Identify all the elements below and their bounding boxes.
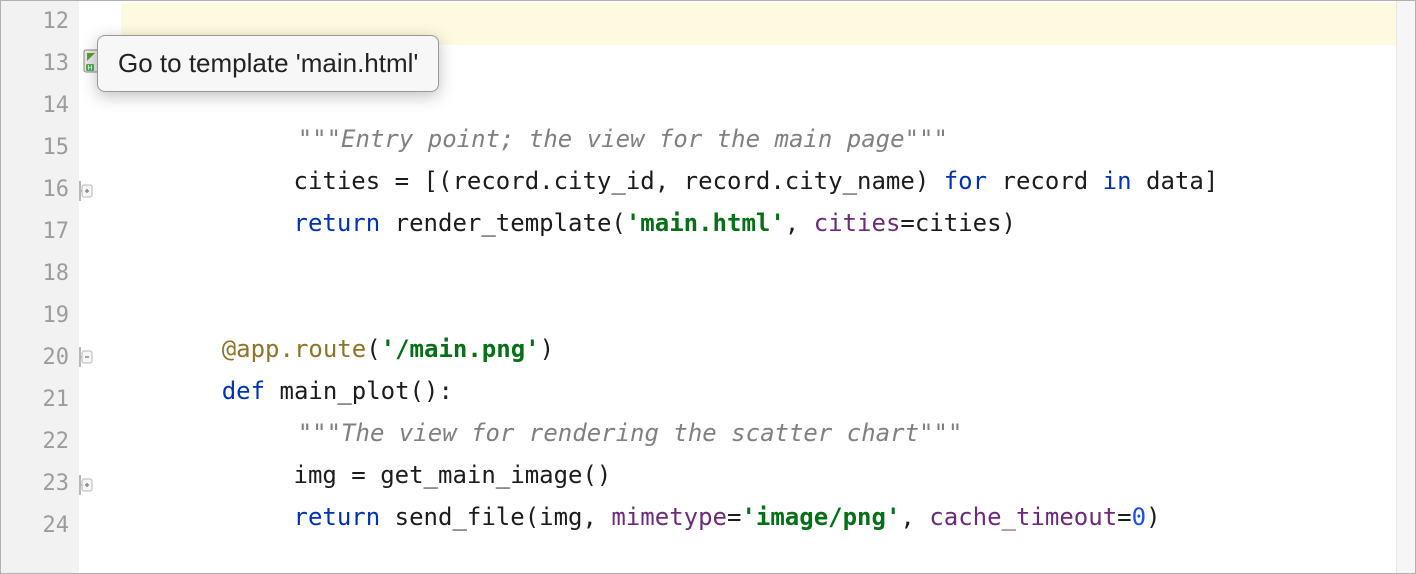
line-number[interactable]: 12 [9, 9, 69, 34]
line-number[interactable]: 24 [9, 513, 69, 538]
svg-text:H: H [87, 65, 92, 72]
code-token: data] [1132, 167, 1219, 195]
fold-toggle-icon[interactable] [79, 475, 93, 495]
scroll-strip[interactable] [1396, 1, 1415, 573]
punct-token: , [785, 209, 814, 237]
code-line[interactable]: return send_file(img, mimetype='image/pn… [149, 475, 1161, 559]
space-token [380, 503, 394, 531]
paren-token: ) [540, 335, 554, 363]
number-token: 0 [1132, 503, 1146, 531]
code-editor[interactable]: 12 13 14 15 16 17 18 19 20 21 22 23 24 H [0, 0, 1416, 574]
string-token: 'image/png' [741, 503, 900, 531]
code-line[interactable]: return render_template('main.html', citi… [149, 181, 1016, 265]
go-to-template-tooltip[interactable]: Go to template 'main.html' [97, 35, 439, 92]
keyword-token: in [1103, 167, 1132, 195]
line-number[interactable]: 15 [9, 135, 69, 160]
indent-token [236, 209, 294, 237]
line-number[interactable]: 16 [9, 177, 69, 202]
tooltip-text: Go to template 'main.html' [118, 48, 418, 78]
line-number[interactable]: 14 [9, 93, 69, 118]
keyword-token: return [294, 503, 381, 531]
fold-toggle-icon[interactable] [79, 347, 93, 367]
code-token: =cities) [900, 209, 1016, 237]
paren-token: ) [1146, 503, 1160, 531]
line-number[interactable]: 19 [9, 303, 69, 328]
line-number[interactable]: 13 [9, 51, 69, 76]
param-token: mimetype [611, 503, 727, 531]
call-token: send_file(img, [395, 503, 612, 531]
param-token: cache_timeout [929, 503, 1117, 531]
punct-token: = [1117, 503, 1131, 531]
punct-token: , [900, 503, 929, 531]
fold-toggle-icon[interactable] [79, 181, 93, 201]
line-number[interactable]: 20 [9, 345, 69, 370]
line-number-gutter[interactable]: 12 13 14 15 16 17 18 19 20 21 22 23 24 [1, 1, 80, 573]
indent-token [236, 503, 294, 531]
punct-token: = [727, 503, 741, 531]
string-token: 'main.html' [626, 209, 785, 237]
space-token [380, 209, 394, 237]
keyword-token: return [294, 209, 381, 237]
line-number[interactable]: 17 [9, 219, 69, 244]
param-token: cities [814, 209, 901, 237]
line-number[interactable]: 18 [9, 261, 69, 286]
line-number[interactable]: 21 [9, 387, 69, 412]
line-number[interactable]: 22 [9, 429, 69, 454]
call-token: render_template( [395, 209, 626, 237]
line-number[interactable]: 23 [9, 471, 69, 496]
